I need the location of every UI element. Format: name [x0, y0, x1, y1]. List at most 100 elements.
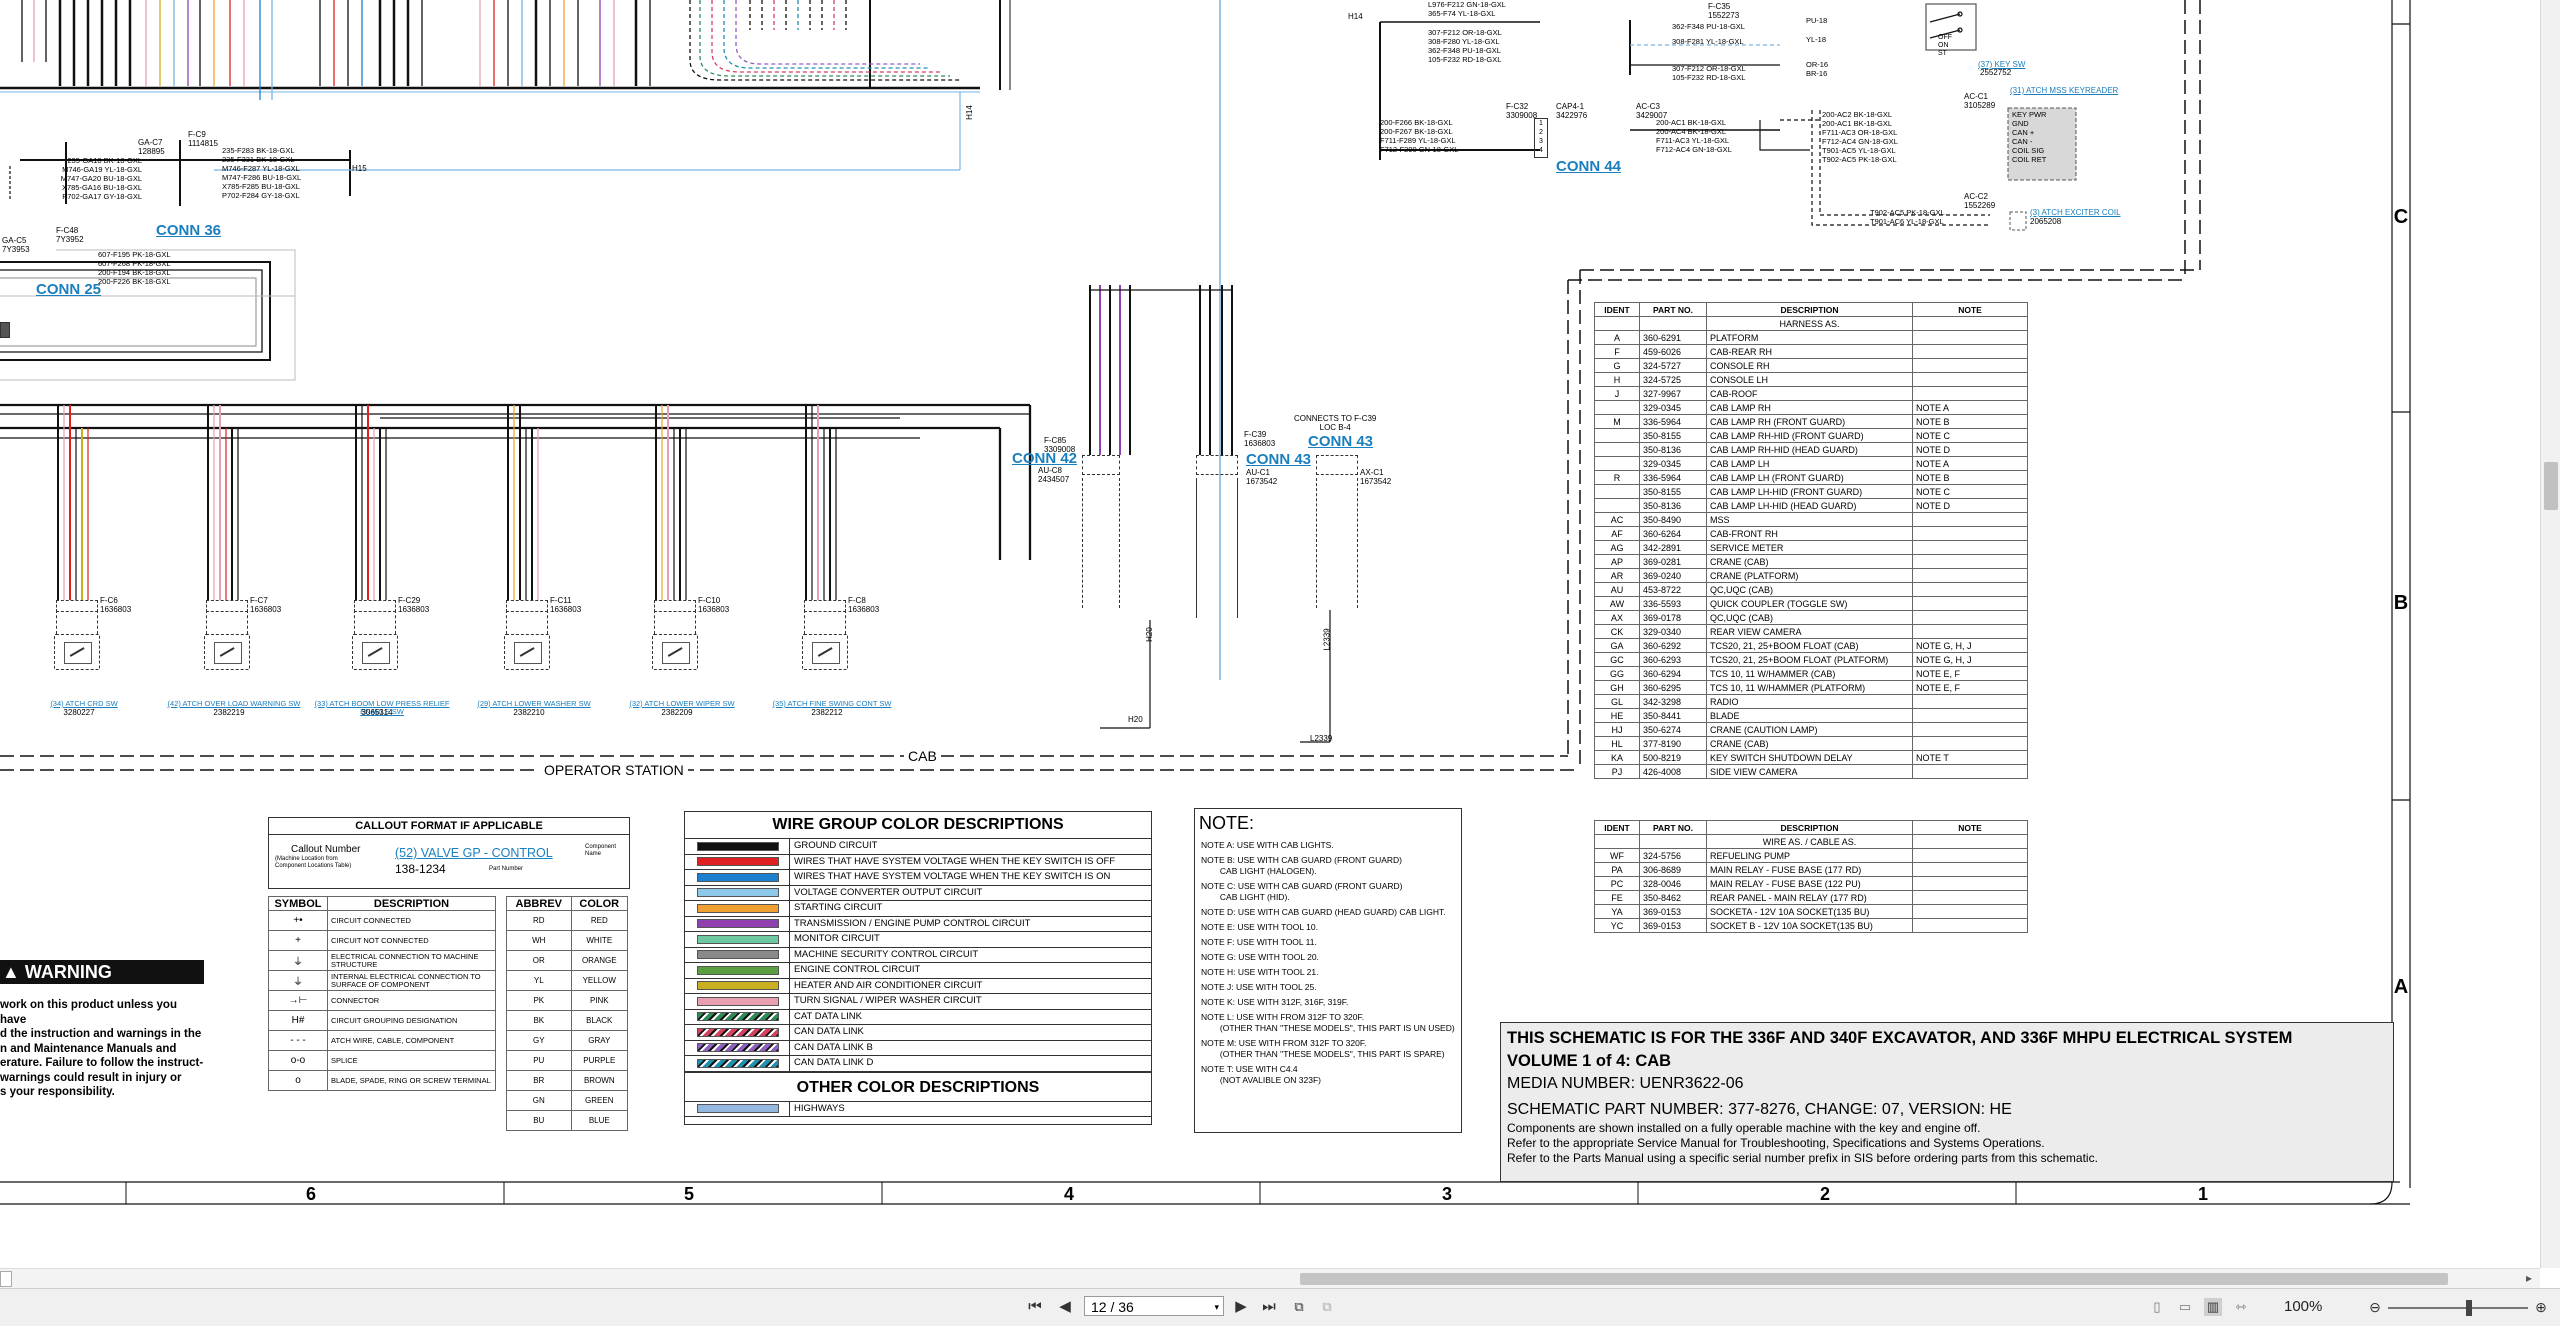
harness-row: HE 350-8441 BLADE: [1594, 708, 2028, 723]
harness-row: AW 336-5593 QUICK COUPLER (TOGGLE SW): [1594, 596, 2028, 611]
conn-44-link[interactable]: CONN 44: [1556, 158, 1621, 175]
switch-group: F-C10 1636803 (32) ATCH LOWER WIPER SW 2382…: [629, 596, 746, 717]
symbol-glyph-icon: ⏚: [268, 950, 328, 971]
page-number-select[interactable]: 12 / 36 ▾: [1084, 1296, 1224, 1316]
callout-example-link[interactable]: (52) VALVE GP - CONTROL: [395, 846, 553, 860]
wire-list-top-right: L976-F212 GN-18-GXL 365-F74 YL-18-GXL: [1428, 0, 1506, 18]
grid-row-c: C: [2393, 206, 2409, 228]
wire-list-fc35: 362-F348 PU-18-GXL 308-F281 YL-18-GXL 30…: [1672, 22, 1746, 82]
switch-link[interactable]: (35) ATCH FINE SWING CONT SW: [762, 700, 902, 708]
vertical-scrollbar[interactable]: [2540, 0, 2560, 1268]
note-line: NOTE A: USE WITH CAB LIGHTS.: [1201, 840, 1334, 850]
zoom-out-icon[interactable]: ⊖: [2366, 1298, 2384, 1316]
connector-f-c32-body: 1234: [1534, 118, 1548, 158]
harness-row: J 327-9967 CAB-ROOF: [1594, 386, 2028, 401]
wire-color-swatch: [697, 888, 779, 898]
conn-43b-wires: [1316, 478, 1358, 608]
harness-row: G 324-5727 CONSOLE RH: [1594, 358, 2028, 373]
wire-color-swatch: [697, 903, 779, 913]
continuous-view-icon[interactable]: ▭: [2176, 1298, 2194, 1316]
symbol-glyph-icon: ⏚: [268, 970, 328, 991]
switch-part-number: 3065314: [361, 708, 393, 717]
switch-link[interactable]: (29) ATCH LOWER WASHER SW: [464, 700, 604, 708]
two-page-view-icon[interactable]: ▥: [2204, 1298, 2222, 1316]
wire-cable-table: IDENT PART NO. DESCRIPTION NOTE WIRE AS.…: [1594, 820, 2028, 933]
conn-36-link[interactable]: CONN 36: [156, 222, 221, 239]
harness-row: 350-8136 CAB LAMP RH-HID (HEAD GUARD) NOTE…: [1594, 442, 2028, 457]
connector-cap4-1: CAP4-1 3422976: [1556, 102, 1588, 120]
switch-lead: [56, 610, 98, 634]
conn-43b-link[interactable]: CONN 43: [1308, 433, 1373, 450]
document-viewport[interactable]: H14 H14 H15 H20 H20 L2339 L2339 F-C9 1114…: [0, 0, 2540, 1268]
symbol-row: + CIRCUIT NOT CONNECTED: [268, 930, 496, 951]
horizontal-scrollbar[interactable]: ◂ ▸: [0, 1268, 2540, 1289]
conn-43-link[interactable]: CONN 43: [1246, 451, 1311, 468]
abbrev-row: YL YELLOW: [506, 970, 629, 991]
zoom-in-icon[interactable]: ⊕: [2532, 1298, 2550, 1316]
scroll-right-arrow-icon[interactable]: ▸: [2526, 1271, 2532, 1285]
zoom-slider-track[interactable]: [2388, 1307, 2528, 1309]
conn-42-link[interactable]: CONN 42: [1012, 450, 1077, 467]
switch-link[interactable]: (32) ATCH LOWER WIPER SW: [612, 700, 752, 708]
view-sidebar-icon[interactable]: ⧉: [1290, 1298, 1308, 1316]
harness-row: 350-8155 CAB LAMP LH-HID (FRONT GUARD) NOT…: [1594, 484, 2028, 499]
harness-table: IDENT PART NO. DESCRIPTION NOTE HARNESS …: [1594, 302, 2028, 779]
switch-connector-label: F-C11 1636803: [550, 596, 582, 614]
wire-list-fc9: 235-F283 BK-18-GXL 235-F331 BK-18-GXL M74…: [222, 146, 302, 200]
harness-row: 329-0345 CAB LAMP LH NOTE A: [1594, 456, 2028, 471]
symbol-row: ⏚ ELECTRICAL CONNECTION TO MACHINE STRUCT…: [268, 950, 496, 971]
label-h14b: H14: [964, 105, 974, 120]
abbrev-table: ABBREV COLOR RD RED WH WHITE OR ORANGE YL YELLOW…: [506, 896, 629, 1131]
grid-col-2: 2: [1820, 1184, 1831, 1204]
wire-group-label: WIRES THAT HAVE SYSTEM VOLTAGE WHEN THE …: [789, 854, 1151, 869]
connector-ga-c5: GA-C5 7Y3953: [2, 236, 30, 254]
previous-page-icon[interactable]: ◀: [1056, 1298, 1074, 1316]
wire-group-label: CAN DATA LINK: [789, 1025, 1151, 1040]
callout-format-box: CALLOUT FORMAT IF APPLICABLE Callout Num…: [268, 817, 630, 889]
connector-f-c35: F-C35 1552273: [1708, 2, 1740, 20]
label-l2339: L2339: [1310, 734, 1333, 743]
wire-group-label: STARTING CIRCUIT: [789, 901, 1151, 916]
last-page-icon[interactable]: ⏭: [1260, 1298, 1278, 1316]
vertical-scroll-thumb[interactable]: [2544, 462, 2558, 510]
switch-icon: [54, 634, 100, 670]
next-page-icon[interactable]: ▶: [1232, 1298, 1250, 1316]
mss-pin-labels: KEY PWR GND CAN + CAN - COIL SIG COIL RET: [2012, 110, 2047, 164]
switch-icon: [504, 634, 550, 670]
zoom-slider-thumb[interactable]: [2466, 1300, 2473, 1316]
single-page-view-icon[interactable]: ▯: [2148, 1298, 2166, 1316]
warning-triangle-icon: ▲: [2, 962, 20, 982]
harness-row: F 459-6026 CAB-REAR RH: [1594, 344, 2028, 359]
sidebar-toggle-icon[interactable]: [0, 1271, 12, 1287]
wire-colors-fc35: PU-18 YL-18 OR-16 BR-16: [1806, 16, 1829, 78]
note-line: NOTE T: USE WITH C4.4: [1201, 1064, 1298, 1074]
conn-25-link[interactable]: CONN 25: [36, 281, 101, 298]
first-page-icon[interactable]: ⏮: [1026, 1298, 1044, 1316]
title-media: MEDIA NUMBER: UENR3622-06: [1507, 1075, 1744, 1092]
grid-col-1: 1: [2198, 1184, 2209, 1204]
switch-part-number: 2382219: [213, 708, 245, 717]
switch-link[interactable]: (42) ATCH OVER LOAD WARNING SW: [164, 700, 304, 708]
wire-group-row: HEATER AND AIR CONDITIONER CIRCUIT: [685, 978, 1151, 994]
note-line: CAB LIGHT (HALOGEN).: [1201, 866, 1317, 876]
horizontal-scroll-thumb[interactable]: [1300, 1273, 2448, 1285]
abbrev-row: BU BLUE: [506, 1110, 629, 1131]
zoom-level: 100%: [2284, 1298, 2323, 1315]
fit-width-icon[interactable]: ⇿: [2232, 1298, 2250, 1316]
switch-link[interactable]: (34) ATCH CRD SW: [14, 700, 154, 708]
symbol-row: H# CIRCUIT GROUPING DESIGNATION: [268, 1010, 496, 1031]
note-line: (OTHER THAN "THESE MODELS", THIS PART IS…: [1201, 1049, 1445, 1059]
symbol-glyph-icon: +•: [268, 910, 328, 931]
mss-keyreader-link[interactable]: (31) ATCH MSS KEYREADER: [2010, 86, 2118, 95]
wire-color-swatch: [697, 950, 779, 960]
exciter-coil-link[interactable]: (3) ATCH EXCITER COIL: [2030, 208, 2121, 217]
copy-icon[interactable]: ⧉: [1318, 1298, 1336, 1316]
note-line: NOTE E: USE WITH TOOL 10.: [1201, 922, 1318, 932]
wire-list-ac1: 200-AC2 BK-18-GXL 200-AC1 BK-18-GXL F711-…: [1822, 110, 1898, 164]
harness-row: 350-8136 CAB LAMP LH-HID (HEAD GUARD) NOTE…: [1594, 498, 2028, 513]
switch-lead: [506, 610, 548, 634]
wire-group-row: CAN DATA LINK: [685, 1025, 1151, 1041]
note-line: NOTE G: USE WITH TOOL 20.: [1201, 952, 1319, 962]
grid-col-3: 3: [1442, 1184, 1453, 1204]
grid-col-6: 6: [306, 1184, 317, 1204]
